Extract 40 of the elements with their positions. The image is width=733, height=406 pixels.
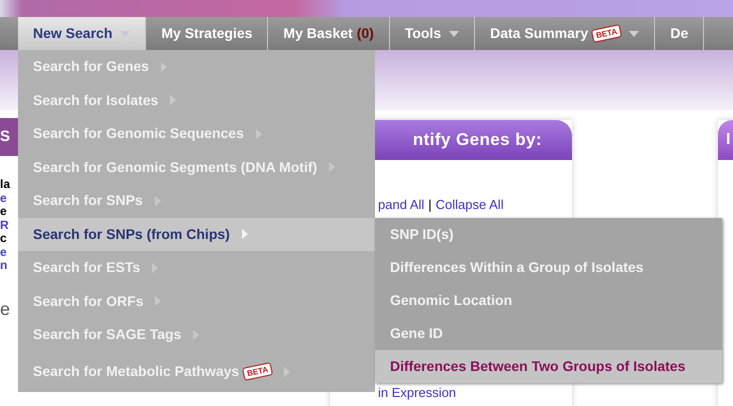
link-text[interactable]: e xyxy=(0,246,18,259)
arrow-icon xyxy=(193,330,200,340)
collapse-all-link[interactable]: Collapse All xyxy=(436,195,504,214)
arrow-icon xyxy=(284,366,290,376)
submenu-item[interactable]: Gene ID xyxy=(375,317,722,350)
beta-badge: BETA xyxy=(242,362,274,381)
arrow-icon xyxy=(256,128,262,139)
arrow-icon xyxy=(154,196,161,206)
menu-item[interactable]: Search for SNPs xyxy=(18,184,375,218)
link-text[interactable]: n xyxy=(0,259,18,272)
body-text: e xyxy=(0,205,8,218)
nav-tab[interactable]: New Search xyxy=(18,17,146,50)
menu-item[interactable]: Search for Isolates xyxy=(18,84,375,117)
arrow-icon xyxy=(160,62,167,72)
menu-item[interactable]: Search for Genes xyxy=(18,50,375,84)
arrow-icon xyxy=(155,296,162,306)
submenu-item[interactable]: Genomic Location xyxy=(375,284,722,317)
panel-header: I xyxy=(718,120,733,160)
link-text[interactable]: e xyxy=(0,192,18,205)
submenu-item[interactable]: SNP ID(s) xyxy=(375,218,722,251)
body-text: la xyxy=(0,178,12,192)
arrow-icon xyxy=(242,229,248,240)
menu-item[interactable]: Search for SNPs (from Chips) xyxy=(18,218,375,251)
menu-item[interactable]: Search for ORFs xyxy=(18,284,375,318)
arrow-icon xyxy=(152,262,158,273)
menu-item[interactable]: Search for Metabolic Pathways BETA xyxy=(18,352,375,392)
body-text: c xyxy=(0,232,8,246)
submenu-item[interactable]: Differences Within a Group of Isolates xyxy=(375,251,722,284)
submenu-item[interactable]: Differences Between Two Groups of Isolates xyxy=(375,350,722,383)
link-text[interactable]: R xyxy=(0,218,18,232)
body-text: e xyxy=(0,302,12,316)
basket-count: (0) xyxy=(356,24,374,43)
menu-item[interactable]: Search for SAGE Tags xyxy=(18,318,375,352)
menu-item[interactable]: Search for ESTs xyxy=(18,251,375,284)
arrow-icon xyxy=(329,162,336,172)
beta-badge: BETA xyxy=(591,24,622,43)
separator: | xyxy=(428,196,432,214)
arrow-icon xyxy=(170,95,176,106)
panel-header: S xyxy=(0,118,18,156)
expand-all-link[interactable]: pand All xyxy=(378,195,424,214)
